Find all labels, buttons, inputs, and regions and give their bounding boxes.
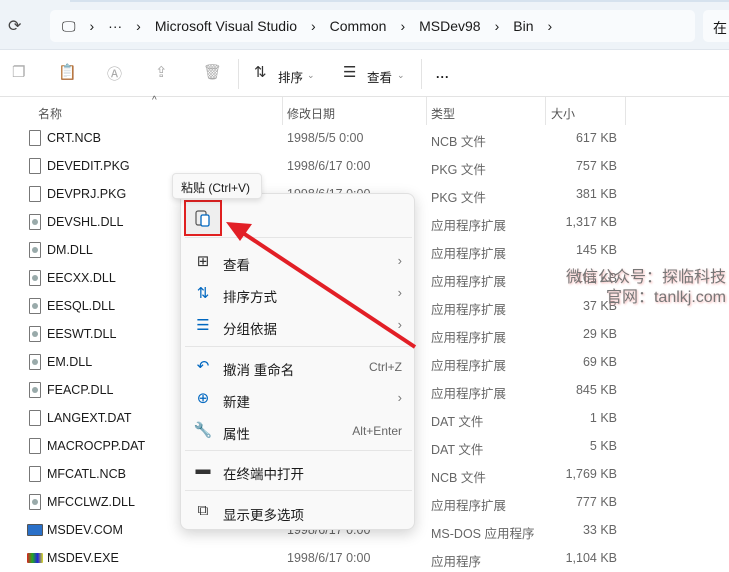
red-arrow-annotation: [226, 222, 417, 349]
